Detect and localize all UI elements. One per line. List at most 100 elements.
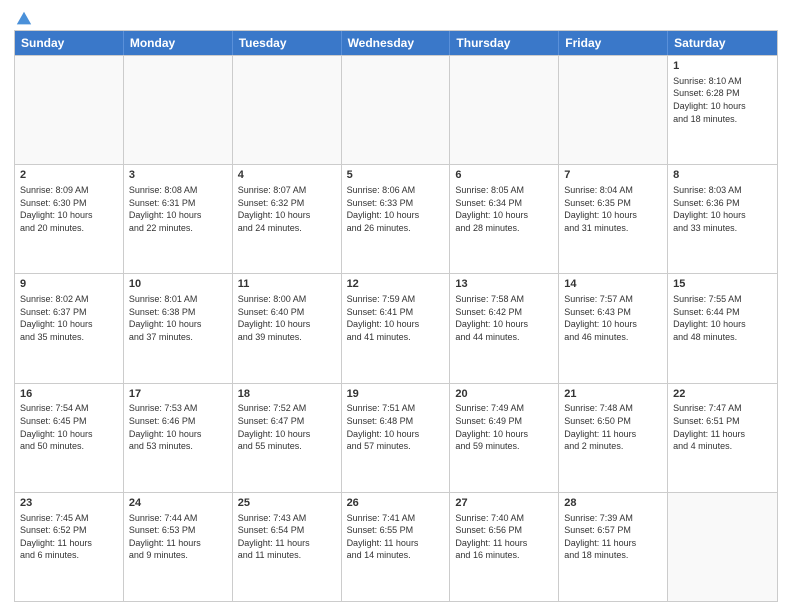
day-info: Sunrise: 7:48 AM Sunset: 6:50 PM Dayligh… [564,402,662,452]
day-info: Sunrise: 7:53 AM Sunset: 6:46 PM Dayligh… [129,402,227,452]
day-number: 24 [129,496,227,511]
day-info: Sunrise: 8:04 AM Sunset: 6:35 PM Dayligh… [564,184,662,234]
day-info: Sunrise: 7:44 AM Sunset: 6:53 PM Dayligh… [129,512,227,562]
calendar-cell [342,56,451,164]
day-number: 10 [129,277,227,292]
day-info: Sunrise: 7:40 AM Sunset: 6:56 PM Dayligh… [455,512,553,562]
day-info: Sunrise: 8:06 AM Sunset: 6:33 PM Dayligh… [347,184,445,234]
calendar-cell: 12Sunrise: 7:59 AM Sunset: 6:41 PM Dayli… [342,274,451,382]
logo [14,10,33,24]
day-info: Sunrise: 7:58 AM Sunset: 6:42 PM Dayligh… [455,293,553,343]
calendar-cell: 22Sunrise: 7:47 AM Sunset: 6:51 PM Dayli… [668,384,777,492]
calendar-cell: 9Sunrise: 8:02 AM Sunset: 6:37 PM Daylig… [15,274,124,382]
calendar-row-2: 9Sunrise: 8:02 AM Sunset: 6:37 PM Daylig… [15,273,777,382]
calendar-cell: 2Sunrise: 8:09 AM Sunset: 6:30 PM Daylig… [15,165,124,273]
day-number: 22 [673,387,772,402]
day-info: Sunrise: 7:45 AM Sunset: 6:52 PM Dayligh… [20,512,118,562]
day-number: 8 [673,168,772,183]
header [14,10,778,24]
day-number: 18 [238,387,336,402]
day-of-week-monday: Monday [124,31,233,55]
calendar-cell: 28Sunrise: 7:39 AM Sunset: 6:57 PM Dayli… [559,493,668,601]
calendar-cell: 20Sunrise: 7:49 AM Sunset: 6:49 PM Dayli… [450,384,559,492]
day-number: 1 [673,59,772,74]
calendar-row-1: 2Sunrise: 8:09 AM Sunset: 6:30 PM Daylig… [15,164,777,273]
calendar-cell [450,56,559,164]
day-number: 21 [564,387,662,402]
day-number: 5 [347,168,445,183]
calendar-cell: 21Sunrise: 7:48 AM Sunset: 6:50 PM Dayli… [559,384,668,492]
day-number: 15 [673,277,772,292]
calendar-cell: 1Sunrise: 8:10 AM Sunset: 6:28 PM Daylig… [668,56,777,164]
day-info: Sunrise: 8:00 AM Sunset: 6:40 PM Dayligh… [238,293,336,343]
day-info: Sunrise: 8:09 AM Sunset: 6:30 PM Dayligh… [20,184,118,234]
calendar-cell: 27Sunrise: 7:40 AM Sunset: 6:56 PM Dayli… [450,493,559,601]
calendar-header: SundayMondayTuesdayWednesdayThursdayFrid… [15,31,777,55]
calendar-cell: 7Sunrise: 8:04 AM Sunset: 6:35 PM Daylig… [559,165,668,273]
day-number: 26 [347,496,445,511]
calendar-cell [559,56,668,164]
calendar-cell: 18Sunrise: 7:52 AM Sunset: 6:47 PM Dayli… [233,384,342,492]
calendar-cell: 26Sunrise: 7:41 AM Sunset: 6:55 PM Dayli… [342,493,451,601]
page: SundayMondayTuesdayWednesdayThursdayFrid… [0,0,792,612]
day-info: Sunrise: 7:49 AM Sunset: 6:49 PM Dayligh… [455,402,553,452]
calendar-cell [668,493,777,601]
day-number: 28 [564,496,662,511]
calendar-cell [233,56,342,164]
calendar-cell: 14Sunrise: 7:57 AM Sunset: 6:43 PM Dayli… [559,274,668,382]
day-number: 2 [20,168,118,183]
day-number: 4 [238,168,336,183]
day-of-week-saturday: Saturday [668,31,777,55]
day-info: Sunrise: 7:59 AM Sunset: 6:41 PM Dayligh… [347,293,445,343]
calendar-cell: 25Sunrise: 7:43 AM Sunset: 6:54 PM Dayli… [233,493,342,601]
day-number: 19 [347,387,445,402]
day-number: 9 [20,277,118,292]
day-info: Sunrise: 7:39 AM Sunset: 6:57 PM Dayligh… [564,512,662,562]
day-of-week-sunday: Sunday [15,31,124,55]
calendar-cell: 8Sunrise: 8:03 AM Sunset: 6:36 PM Daylig… [668,165,777,273]
logo-icon [15,10,33,28]
day-number: 25 [238,496,336,511]
calendar-row-4: 23Sunrise: 7:45 AM Sunset: 6:52 PM Dayli… [15,492,777,601]
calendar: SundayMondayTuesdayWednesdayThursdayFrid… [14,30,778,602]
day-number: 13 [455,277,553,292]
calendar-cell: 24Sunrise: 7:44 AM Sunset: 6:53 PM Dayli… [124,493,233,601]
day-of-week-friday: Friday [559,31,668,55]
day-of-week-tuesday: Tuesday [233,31,342,55]
calendar-cell: 19Sunrise: 7:51 AM Sunset: 6:48 PM Dayli… [342,384,451,492]
day-number: 17 [129,387,227,402]
day-info: Sunrise: 8:05 AM Sunset: 6:34 PM Dayligh… [455,184,553,234]
day-number: 27 [455,496,553,511]
day-info: Sunrise: 7:51 AM Sunset: 6:48 PM Dayligh… [347,402,445,452]
day-info: Sunrise: 8:08 AM Sunset: 6:31 PM Dayligh… [129,184,227,234]
calendar-cell: 4Sunrise: 8:07 AM Sunset: 6:32 PM Daylig… [233,165,342,273]
day-info: Sunrise: 8:10 AM Sunset: 6:28 PM Dayligh… [673,75,772,125]
day-info: Sunrise: 7:52 AM Sunset: 6:47 PM Dayligh… [238,402,336,452]
calendar-row-0: 1Sunrise: 8:10 AM Sunset: 6:28 PM Daylig… [15,55,777,164]
day-number: 11 [238,277,336,292]
day-info: Sunrise: 7:47 AM Sunset: 6:51 PM Dayligh… [673,402,772,452]
day-number: 23 [20,496,118,511]
day-info: Sunrise: 7:54 AM Sunset: 6:45 PM Dayligh… [20,402,118,452]
day-of-week-wednesday: Wednesday [342,31,451,55]
day-info: Sunrise: 7:41 AM Sunset: 6:55 PM Dayligh… [347,512,445,562]
day-info: Sunrise: 7:55 AM Sunset: 6:44 PM Dayligh… [673,293,772,343]
day-of-week-thursday: Thursday [450,31,559,55]
day-info: Sunrise: 7:43 AM Sunset: 6:54 PM Dayligh… [238,512,336,562]
day-number: 16 [20,387,118,402]
day-number: 14 [564,277,662,292]
calendar-row-3: 16Sunrise: 7:54 AM Sunset: 6:45 PM Dayli… [15,383,777,492]
calendar-cell: 11Sunrise: 8:00 AM Sunset: 6:40 PM Dayli… [233,274,342,382]
calendar-cell: 15Sunrise: 7:55 AM Sunset: 6:44 PM Dayli… [668,274,777,382]
calendar-cell: 23Sunrise: 7:45 AM Sunset: 6:52 PM Dayli… [15,493,124,601]
calendar-cell [124,56,233,164]
calendar-cell [15,56,124,164]
calendar-cell: 10Sunrise: 8:01 AM Sunset: 6:38 PM Dayli… [124,274,233,382]
calendar-cell: 17Sunrise: 7:53 AM Sunset: 6:46 PM Dayli… [124,384,233,492]
calendar-cell: 13Sunrise: 7:58 AM Sunset: 6:42 PM Dayli… [450,274,559,382]
calendar-body: 1Sunrise: 8:10 AM Sunset: 6:28 PM Daylig… [15,55,777,601]
day-info: Sunrise: 7:57 AM Sunset: 6:43 PM Dayligh… [564,293,662,343]
day-number: 20 [455,387,553,402]
calendar-cell: 6Sunrise: 8:05 AM Sunset: 6:34 PM Daylig… [450,165,559,273]
day-info: Sunrise: 8:07 AM Sunset: 6:32 PM Dayligh… [238,184,336,234]
